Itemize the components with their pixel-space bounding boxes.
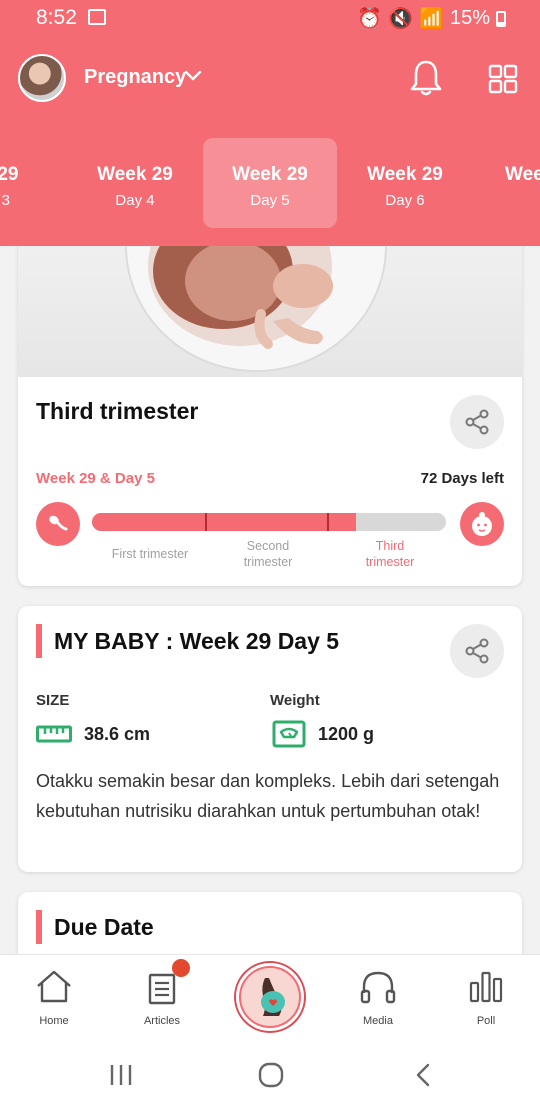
notification-badge [172, 959, 190, 977]
section-accent-bar [36, 910, 42, 944]
sperm-icon [36, 502, 80, 546]
tab-week29-day4[interactable]: Week 29 Day 4 [68, 138, 202, 228]
gallery-icon [88, 9, 106, 25]
weight-value: 1200 g [318, 724, 375, 744]
tab-week29-day3[interactable]: k 29 y 3 [0, 138, 67, 228]
tab-week29-day7[interactable]: Wee [473, 138, 540, 228]
weight-label: Weight [270, 692, 320, 709]
wifi-icon: 📶 [419, 8, 444, 30]
pregnancy-center-button[interactable] [236, 963, 304, 1031]
back-icon[interactable] [412, 1062, 434, 1088]
due-date-title: Due Date [54, 914, 154, 940]
nav-articles-label: Articles [143, 1015, 181, 1027]
share-icon [465, 638, 489, 664]
alarm-icon: ⏰ [357, 8, 383, 30]
top-bar: Pregnancy [0, 50, 540, 106]
week-day-label: Week 29 & Day 5 [36, 470, 155, 487]
week-day-tabs: k 29 y 3 Week 29 Day 4 Week 29 Day 5 Wee… [0, 138, 540, 228]
third-trimester-label: Third trimester [365, 539, 415, 569]
baby-face-icon [460, 502, 504, 546]
tab-week29-day6[interactable]: Week 29 Day 6 [338, 138, 472, 228]
baby-title: MY BABY : Week 29 Day 5 [54, 628, 340, 654]
pregnancy-title[interactable]: Pregnancy [84, 66, 186, 89]
first-trimester-label: First trimester [111, 547, 189, 561]
nav-articles[interactable]: Articles [122, 955, 202, 1041]
avatar[interactable] [18, 54, 66, 102]
mute-icon: 🔇 [388, 8, 414, 30]
second-trimester-label: Second trimester [243, 539, 293, 569]
size-value: 38.6 cm [84, 724, 151, 744]
app-header: 8:52 ⏰ 🔇 📶 15% Pregnancy k 29 y 3 [0, 0, 540, 246]
nav-home-label: Home [39, 1015, 69, 1027]
main-content[interactable]: Third trimester Week 29 & Day 5 72 Days … [0, 246, 540, 954]
home-icon [37, 970, 71, 1003]
share-button[interactable] [450, 395, 504, 449]
status-icons: ⏰ 🔇 📶 15% [357, 6, 506, 31]
fetus-illustration [18, 246, 522, 377]
nav-poll[interactable]: Poll [446, 955, 526, 1041]
nav-home[interactable]: Home [14, 955, 94, 1041]
status-bar: 8:52 ⏰ 🔇 📶 15% [0, 0, 540, 36]
my-baby-card: MY BABY : Week 29 Day 5 SIZE Weight 38.6… [18, 606, 522, 872]
pregnancy-progress-bar [92, 513, 446, 531]
share-icon [465, 409, 489, 435]
second-trimester-divider [327, 513, 329, 531]
scale-icon [272, 720, 306, 748]
ruler-icon [36, 725, 72, 743]
bottom-navigation: Home Articles Media Poll [0, 954, 540, 1040]
section-accent-bar [36, 624, 42, 658]
system-navigation-bar [0, 1040, 540, 1110]
baby-description: Otakku semakin besar dan kompleks. Lebih… [36, 771, 500, 821]
status-time: 8:52 [36, 6, 77, 29]
progress-fill [92, 513, 357, 531]
battery-icon [496, 10, 506, 27]
size-label: SIZE [36, 692, 70, 709]
home-system-icon[interactable] [258, 1062, 284, 1088]
days-left-label: 72 Days left [420, 470, 504, 487]
nav-poll-label: Poll [476, 1015, 496, 1027]
battery-text: 15% [449, 7, 490, 29]
trimester-title: Third trimester [36, 398, 199, 424]
grid-menu-icon[interactable] [488, 64, 518, 94]
due-date-card[interactable]: Due Date [18, 892, 522, 954]
poll-chart-icon [469, 971, 503, 1003]
chevron-down-icon[interactable] [184, 67, 202, 85]
tab-week29-day5[interactable]: Week 29 Day 5 [203, 138, 337, 228]
headphones-icon [360, 971, 396, 1004]
recent-apps-icon[interactable] [108, 1062, 134, 1088]
share-button[interactable] [450, 624, 504, 678]
first-trimester-divider [205, 513, 207, 531]
bell-icon[interactable] [408, 58, 444, 98]
nav-media-label: Media [363, 1015, 393, 1027]
nav-media[interactable]: Media [338, 955, 418, 1041]
pregnant-woman-icon [241, 968, 299, 1026]
trimester-card: Third trimester Week 29 & Day 5 72 Days … [18, 246, 522, 586]
